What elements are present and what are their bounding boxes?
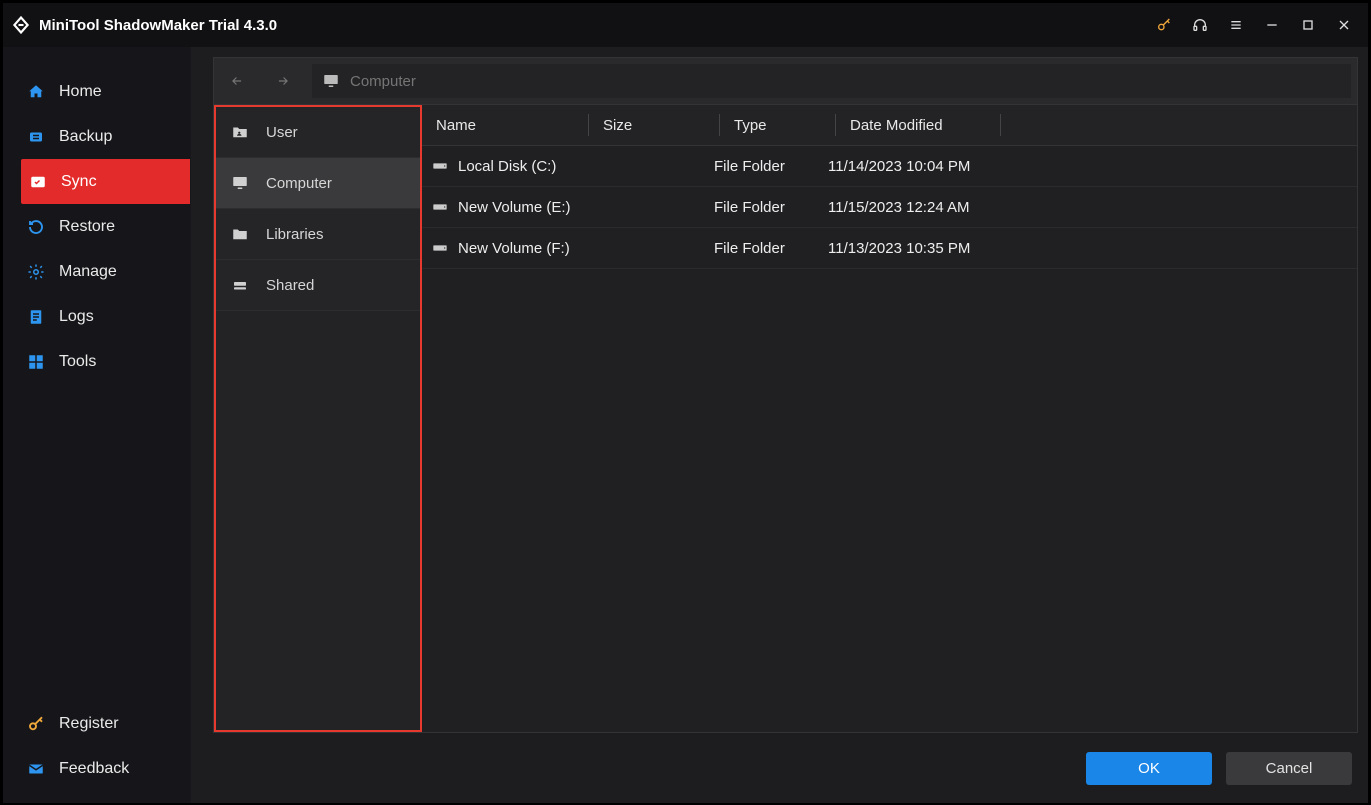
tree-item-label: Libraries bbox=[266, 226, 324, 243]
footer: OK Cancel bbox=[191, 733, 1368, 803]
path-bar bbox=[213, 57, 1358, 105]
ok-button[interactable]: OK bbox=[1086, 752, 1212, 785]
file-row[interactable]: New Volume (E:) File Folder 11/15/2023 1… bbox=[422, 187, 1357, 228]
sidebar-item-label: Tools bbox=[59, 353, 96, 371]
tree-item-libraries[interactable]: Libraries bbox=[216, 209, 420, 260]
col-type[interactable]: Type bbox=[720, 117, 835, 134]
monitor-icon bbox=[322, 72, 340, 90]
cell-name: Local Disk (C:) bbox=[422, 158, 700, 175]
minimize-button[interactable] bbox=[1254, 11, 1290, 39]
sidebar-item-restore[interactable]: Restore bbox=[3, 204, 190, 249]
cancel-button[interactable]: Cancel bbox=[1226, 752, 1352, 785]
file-rows: Local Disk (C:) File Folder 11/14/2023 1… bbox=[422, 146, 1357, 732]
sidebar-item-register[interactable]: Register bbox=[3, 701, 190, 746]
cell-name: New Volume (F:) bbox=[422, 240, 700, 257]
file-date: 11/15/2023 12:24 AM bbox=[814, 199, 1008, 216]
key-icon bbox=[27, 715, 45, 733]
sidebar-item-logs[interactable]: Logs bbox=[3, 294, 190, 339]
sidebar-item-manage[interactable]: Manage bbox=[3, 249, 190, 294]
sidebar-item-sync[interactable]: Sync bbox=[21, 159, 190, 204]
file-type: File Folder bbox=[700, 199, 814, 216]
app-window: MiniTool ShadowMaker Trial 4.3.0 bbox=[3, 3, 1368, 803]
sidebar: Home Backup Sync bbox=[3, 47, 191, 803]
sidebar-item-backup[interactable]: Backup bbox=[3, 114, 190, 159]
file-row[interactable]: Local Disk (C:) File Folder 11/14/2023 1… bbox=[422, 146, 1357, 187]
path-input-wrapper[interactable] bbox=[312, 64, 1351, 98]
sidebar-item-label: Feedback bbox=[59, 760, 129, 778]
file-name: New Volume (E:) bbox=[458, 199, 571, 216]
user-folder-icon bbox=[230, 122, 250, 142]
monitor-icon bbox=[230, 173, 250, 193]
sidebar-item-label: Home bbox=[59, 83, 102, 101]
tree-item-label: Shared bbox=[266, 277, 314, 294]
home-icon bbox=[27, 83, 45, 101]
file-header: Name Size Type Date Modified bbox=[422, 105, 1357, 146]
titlebar-right bbox=[1146, 11, 1362, 39]
headset-icon[interactable] bbox=[1182, 11, 1218, 39]
tree-fill bbox=[216, 311, 420, 730]
tree-item-computer[interactable]: Computer bbox=[216, 158, 420, 209]
mail-icon bbox=[27, 760, 45, 778]
tree-panel: User Computer Libraries bbox=[214, 105, 422, 732]
folder-icon bbox=[230, 224, 250, 244]
col-divider bbox=[1000, 114, 1001, 136]
file-type: File Folder bbox=[700, 158, 814, 175]
drive-icon bbox=[432, 201, 448, 213]
sidebar-item-label: Manage bbox=[59, 263, 117, 281]
manage-icon bbox=[27, 263, 45, 281]
backup-icon bbox=[27, 128, 45, 146]
app-body: Home Backup Sync bbox=[3, 47, 1368, 803]
menu-icon[interactable] bbox=[1218, 11, 1254, 39]
sidebar-item-home[interactable]: Home bbox=[3, 69, 190, 114]
sidebar-bottom: Register Feedback bbox=[3, 701, 190, 803]
file-name: New Volume (F:) bbox=[458, 240, 570, 257]
sidebar-item-tools[interactable]: Tools bbox=[3, 339, 190, 384]
col-date[interactable]: Date Modified bbox=[836, 117, 1000, 134]
file-type: File Folder bbox=[700, 240, 814, 257]
titlebar: MiniTool ShadowMaker Trial 4.3.0 bbox=[3, 3, 1368, 47]
file-name: Local Disk (C:) bbox=[458, 158, 556, 175]
logs-icon bbox=[27, 308, 45, 326]
col-size[interactable]: Size bbox=[589, 117, 719, 134]
titlebar-left: MiniTool ShadowMaker Trial 4.3.0 bbox=[9, 15, 277, 35]
nav-forward-button[interactable] bbox=[260, 58, 306, 104]
sidebar-item-label: Sync bbox=[61, 173, 97, 191]
tree-item-label: User bbox=[266, 124, 298, 141]
tools-icon bbox=[27, 353, 45, 371]
restore-icon bbox=[27, 218, 45, 236]
file-panel: Name Size Type Date Modified bbox=[422, 105, 1357, 732]
drive-icon bbox=[432, 160, 448, 172]
col-name[interactable]: Name bbox=[422, 117, 588, 134]
path-input[interactable] bbox=[350, 73, 1351, 90]
tree-item-shared[interactable]: Shared bbox=[216, 260, 420, 311]
sidebar-item-label: Backup bbox=[59, 128, 112, 146]
shared-drive-icon bbox=[230, 275, 250, 295]
file-browser: User Computer Libraries bbox=[213, 57, 1358, 733]
file-row[interactable]: New Volume (F:) File Folder 11/13/2023 1… bbox=[422, 228, 1357, 269]
file-date: 11/14/2023 10:04 PM bbox=[814, 158, 1008, 175]
sidebar-item-label: Restore bbox=[59, 218, 115, 236]
app-logo-icon bbox=[11, 15, 31, 35]
sidebar-spacer bbox=[3, 384, 190, 701]
nav-back-button[interactable] bbox=[214, 58, 260, 104]
main-panel: User Computer Libraries bbox=[191, 47, 1368, 803]
browser-body: User Computer Libraries bbox=[213, 105, 1358, 733]
sidebar-item-feedback[interactable]: Feedback bbox=[3, 746, 190, 791]
tree-item-label: Computer bbox=[266, 175, 332, 192]
cell-name: New Volume (E:) bbox=[422, 199, 700, 216]
sidebar-nav: Home Backup Sync bbox=[3, 69, 190, 384]
tree-item-user[interactable]: User bbox=[216, 107, 420, 158]
app-title: MiniTool ShadowMaker Trial 4.3.0 bbox=[39, 17, 277, 34]
drive-icon bbox=[432, 242, 448, 254]
sync-icon bbox=[29, 173, 47, 191]
maximize-button[interactable] bbox=[1290, 11, 1326, 39]
sidebar-item-label: Logs bbox=[59, 308, 94, 326]
key-icon[interactable] bbox=[1146, 11, 1182, 39]
file-date: 11/13/2023 10:35 PM bbox=[814, 240, 1008, 257]
close-button[interactable] bbox=[1326, 11, 1362, 39]
sidebar-item-label: Register bbox=[59, 715, 119, 733]
